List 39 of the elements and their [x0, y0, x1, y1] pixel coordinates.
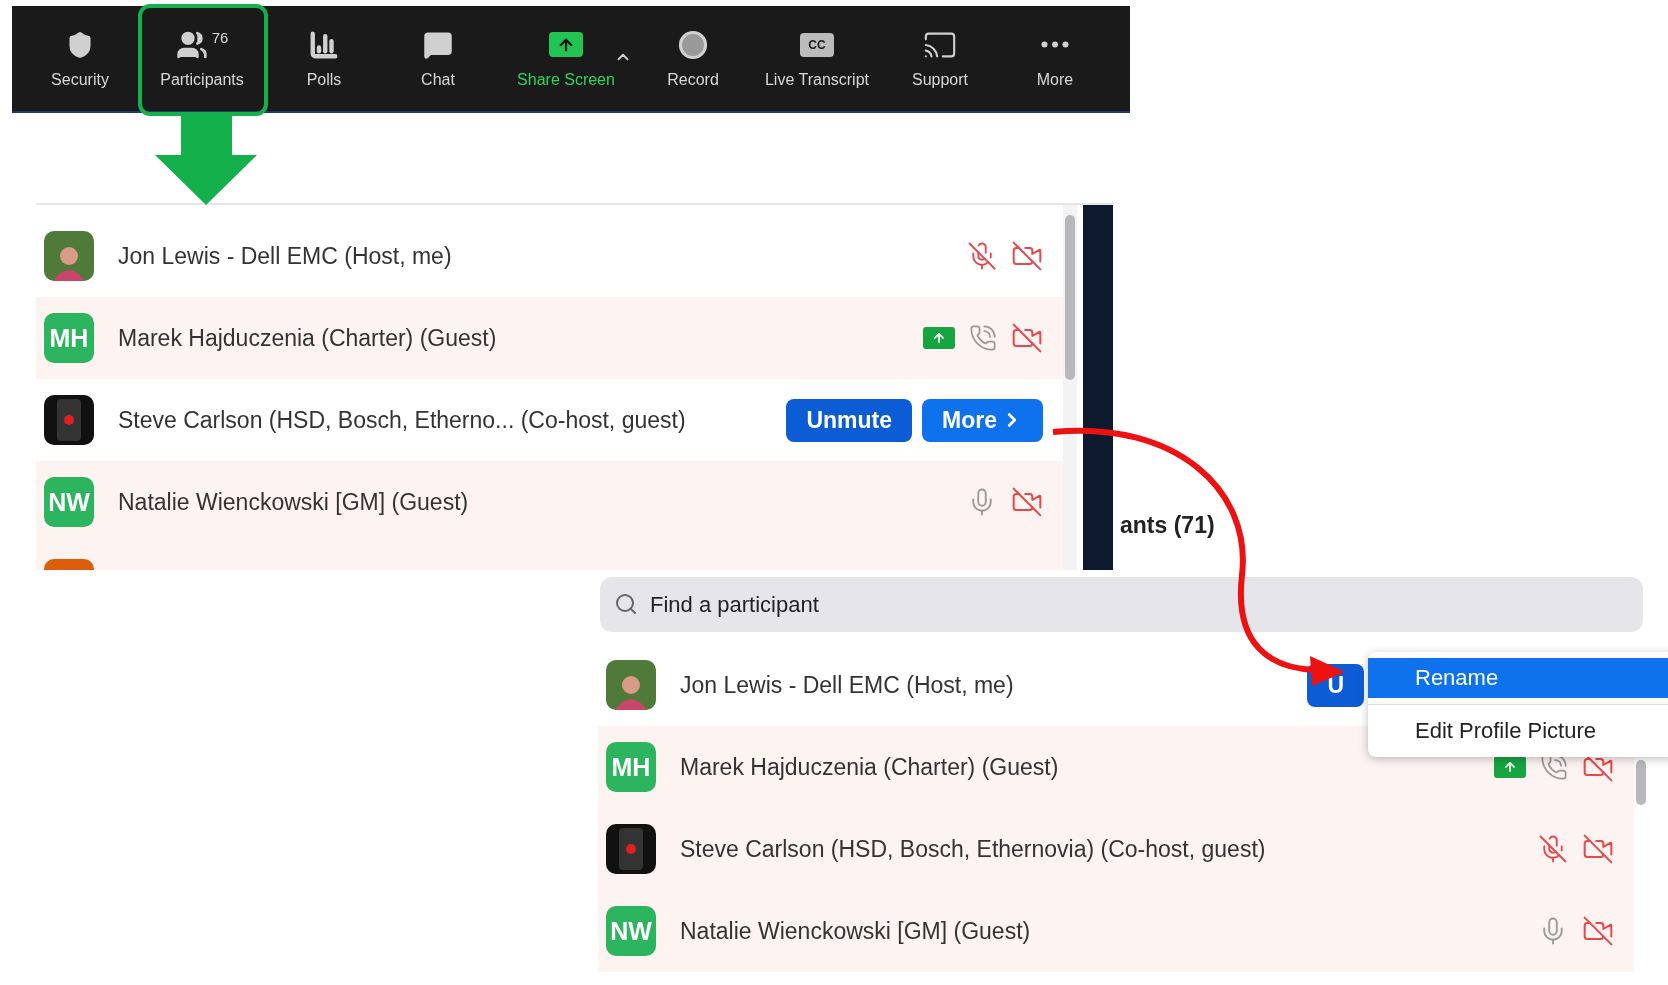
share-screen-icon [549, 32, 583, 57]
panel-title: ants (71) [1120, 512, 1215, 539]
bar-chart-icon [309, 29, 339, 60]
participant-name: Natalie Wienckowski [GM] (Guest) [680, 917, 1031, 945]
unmute-button[interactable]: Unmute [786, 398, 913, 442]
more-icon [1041, 41, 1069, 48]
participant-name: Jon Lewis - Dell EMC (Host, me) [118, 242, 452, 270]
record-icon [678, 29, 708, 60]
search-icon [614, 592, 638, 616]
toolbar-button[interactable]: More [992, 6, 1118, 111]
more-button[interactable]: More [922, 398, 1043, 442]
toolbar-button[interactable]: Polls [264, 6, 384, 111]
initials-avatar: NW [606, 906, 656, 956]
participant-name: Jon Lewis - Dell EMC (Host, me) [680, 671, 1014, 699]
initials-avatar: MH [606, 742, 656, 792]
participant-name: Steve Carlson (HSD, Bosch, Etherno... (Co-host, guest) [118, 406, 686, 434]
toolbar-button[interactable]: Share Screen [492, 6, 640, 111]
initials-avatar: NW [44, 477, 94, 527]
participant-name: Natalie Wienckowski [GM] (Guest) [118, 488, 469, 516]
search-field[interactable]: Find a participant [600, 577, 1643, 632]
participant-name: Marek Hajduczenia (Charter) (Guest) [680, 753, 1059, 781]
menu-item[interactable]: Edit Profile Picture [1368, 711, 1668, 751]
avatar-photo [606, 660, 656, 710]
scrollbar[interactable] [1063, 205, 1077, 570]
toolbar-button[interactable]: 76 Participants [140, 6, 264, 111]
participant-name: Steve Carlson (HSD, Bosch, Ethernovia) (Co-host, guest) [680, 835, 1266, 863]
initials-avatar: MH [44, 313, 94, 363]
participant-name: Marek Hajduczenia (Charter) (Guest) [118, 324, 497, 352]
toolbar-button[interactable]: Support [888, 6, 992, 111]
toolbar-button[interactable]: Chat [384, 6, 492, 111]
toolbar-button[interactable]: Record [640, 6, 746, 111]
toolbar-button[interactable]: CC Live Transcript [746, 6, 888, 111]
device-avatar [606, 824, 656, 874]
menu-item[interactable]: Rename [1368, 658, 1668, 698]
participant-count: 76 [211, 28, 229, 46]
avatar-photo [44, 231, 94, 281]
device-avatar [44, 395, 94, 445]
captions-icon: CC [800, 32, 834, 57]
toolbar-button[interactable]: Security [20, 6, 140, 111]
